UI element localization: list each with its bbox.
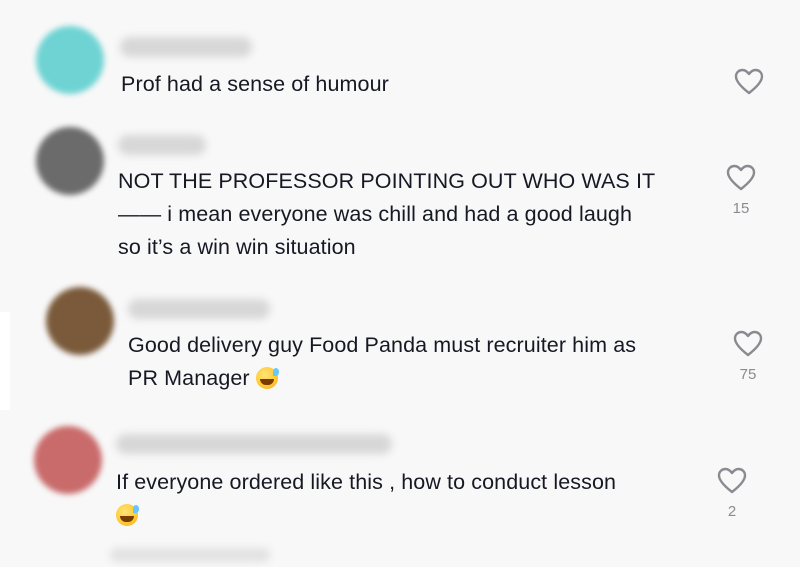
like-button[interactable]: 2 [702,467,762,521]
heart-outline-icon [734,68,764,95]
comment-item: Good delivery guy Food Panda must recrui… [0,280,800,420]
avatar[interactable] [36,127,104,195]
avatar[interactable] [34,426,102,494]
username-blurred[interactable] [116,434,392,454]
comment-item: If everyone ordered like this , how to c… [0,420,800,540]
like-count: 75 [739,366,757,383]
username-blurred[interactable] [120,37,252,57]
avatar[interactable] [46,287,114,355]
heart-outline-icon [726,164,756,191]
next-comment-peek [110,548,270,562]
avatar[interactable] [36,26,104,94]
like-count: 15 [732,200,750,217]
username-blurred[interactable] [118,135,206,155]
like-count: 2 [727,503,737,520]
username-blurred[interactable] [128,299,270,319]
like-button[interactable]: 15 [711,164,771,218]
comment-text: If everyone ordered like this , how to c… [116,466,616,532]
grinning-face-with-sweat-emoji [255,367,279,389]
like-button[interactable] [719,68,779,104]
comment-item: Prof had a sense of humour [0,0,800,120]
heart-outline-icon [717,467,747,494]
like-button[interactable]: 75 [718,330,778,384]
heart-outline-icon [733,330,763,357]
comment-text-content: If everyone ordered like this , how to c… [116,470,617,494]
comment-item: NOT THE PROFESSOR POINTING OUT WHO WAS I… [0,120,800,280]
comment-text: Prof had a sense of humour [121,72,389,96]
comment-text: NOT THE PROFESSOR POINTING OUT WHO WAS I… [118,169,656,259]
comment-text: Good delivery guy Food Panda must recrui… [128,329,636,395]
grinning-face-with-sweat-emoji [116,504,139,526]
comment-text-content: Good delivery guy Food Panda must recrui… [128,333,637,390]
